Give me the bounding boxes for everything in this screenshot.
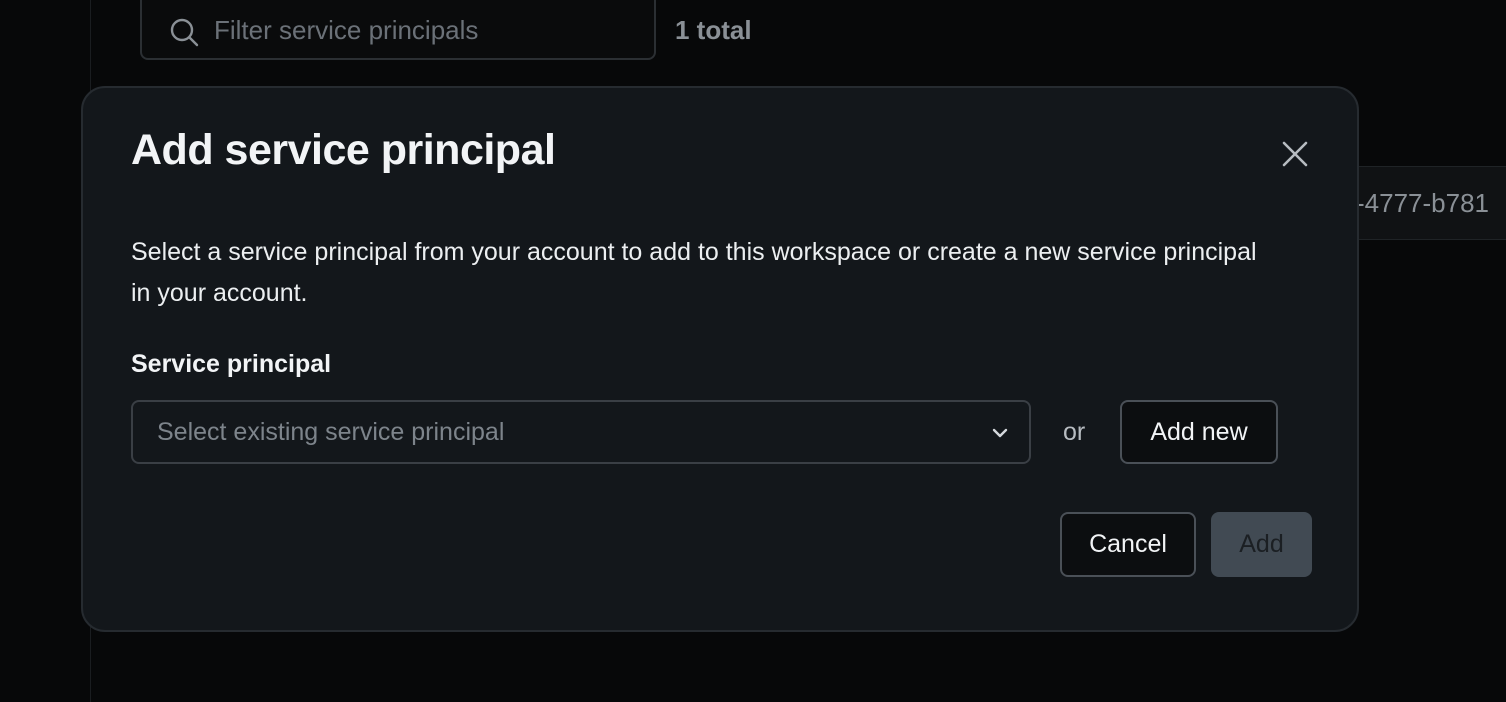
select-placeholder: Select existing service principal — [157, 418, 505, 446]
search-icon — [170, 18, 199, 47]
filter-search-box[interactable] — [140, 0, 656, 60]
table-row-fragment: -4777-b781 — [1340, 166, 1506, 240]
add-service-principal-modal: Add service principal Select a service p… — [81, 86, 1359, 632]
service-principal-label: Service principal — [131, 350, 332, 378]
total-count: 1 total — [675, 15, 752, 45]
add-new-button[interactable]: Add new — [1120, 400, 1278, 464]
filter-input[interactable] — [214, 14, 634, 46]
cancel-button[interactable]: Cancel — [1060, 512, 1196, 577]
close-icon — [1282, 141, 1308, 167]
close-button[interactable] — [1275, 134, 1315, 174]
chevron-down-icon — [992, 428, 1008, 438]
modal-title: Add service principal — [131, 126, 556, 174]
add-button[interactable]: Add — [1211, 512, 1312, 577]
modal-description: Select a service principal from your acc… — [131, 238, 1257, 307]
service-principal-select[interactable]: Select existing service principal — [131, 400, 1031, 464]
or-separator: or — [1063, 418, 1086, 446]
